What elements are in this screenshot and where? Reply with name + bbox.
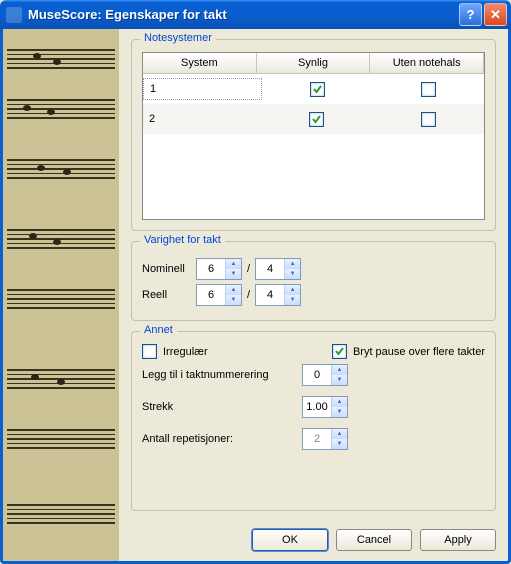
side-decorative-image: [3, 29, 119, 561]
spin-repeats: ▲▼: [302, 428, 348, 450]
checkbox-uten-notehals-2[interactable]: [421, 112, 436, 127]
dialog-buttons: OK Cancel Apply: [131, 521, 496, 551]
spin-nominell-num[interactable]: ▲▼: [196, 258, 242, 280]
app-icon: [6, 7, 22, 23]
spin-reell-den[interactable]: ▲▼: [255, 284, 301, 306]
group-annet: Annet Irregulær Bryt pause over flere ta…: [131, 331, 496, 511]
label-add-to-barnum: Legg til i taktnummerering: [142, 369, 302, 381]
title-bar: MuseScore: Egenskaper for takt ? ✕: [0, 0, 511, 29]
input-stretch[interactable]: [303, 397, 331, 417]
cell-system-2[interactable]: 2: [143, 108, 261, 130]
spin-up-icon[interactable]: ▲: [226, 285, 241, 295]
checkbox-uten-notehals-1[interactable]: [421, 82, 436, 97]
spin-add-to-barnum[interactable]: ▲▼: [302, 364, 348, 386]
window-title: MuseScore: Egenskaper for takt: [28, 7, 457, 22]
table-row[interactable]: 1: [143, 74, 484, 104]
dialog-content: Notesystemer System Synlig Uten notehals…: [0, 29, 511, 564]
slash-separator: /: [247, 263, 250, 275]
th-uten-notehals: Uten notehals: [370, 53, 484, 73]
checkbox-irregular[interactable]: [142, 344, 157, 359]
group-legend-varighet: Varighet for takt: [140, 234, 225, 246]
spin-down-icon[interactable]: ▼: [332, 407, 347, 417]
checkbox-synlig-2[interactable]: [309, 112, 324, 127]
th-synlig: Synlig: [257, 53, 371, 73]
spin-down-icon[interactable]: ▼: [285, 295, 300, 305]
cell-system-1[interactable]: 1: [143, 78, 262, 100]
spin-up-icon[interactable]: ▲: [285, 259, 300, 269]
checkbox-break-multi-rest[interactable]: [332, 344, 347, 359]
spin-down-icon[interactable]: ▼: [285, 269, 300, 279]
label-irregular: Irregulær: [163, 346, 208, 358]
spin-stretch[interactable]: ▲▼: [302, 396, 348, 418]
spin-nominell-den[interactable]: ▲▼: [255, 258, 301, 280]
slash-separator: /: [247, 289, 250, 301]
input-nominell-num[interactable]: [197, 259, 225, 279]
table-row[interactable]: 2: [143, 104, 484, 134]
th-system: System: [143, 53, 257, 73]
group-varighet: Varighet for takt Nominell ▲▼ / ▲▼ Reell…: [131, 241, 496, 321]
input-reell-den[interactable]: [256, 285, 284, 305]
label-reell: Reell: [142, 289, 196, 301]
ok-button[interactable]: OK: [252, 529, 328, 551]
input-repeats: [303, 429, 331, 449]
spin-up-icon[interactable]: ▲: [226, 259, 241, 269]
staves-table: System Synlig Uten notehals 1 2: [142, 52, 485, 220]
label-stretch: Strekk: [142, 401, 302, 413]
spin-down-icon: ▼: [332, 439, 347, 449]
apply-button[interactable]: Apply: [420, 529, 496, 551]
help-button[interactable]: ?: [459, 3, 482, 26]
spin-up-icon[interactable]: ▲: [332, 365, 347, 375]
close-button[interactable]: ✕: [484, 3, 507, 26]
input-nominell-den[interactable]: [256, 259, 284, 279]
spin-down-icon[interactable]: ▼: [226, 295, 241, 305]
spin-reell-num[interactable]: ▲▼: [196, 284, 242, 306]
spin-down-icon[interactable]: ▼: [226, 269, 241, 279]
group-legend-annet: Annet: [140, 324, 177, 336]
spin-up-icon[interactable]: ▲: [332, 397, 347, 407]
input-add-to-barnum[interactable]: [303, 365, 331, 385]
input-reell-num[interactable]: [197, 285, 225, 305]
label-break-multi-rest: Bryt pause over flere takter: [353, 346, 485, 358]
checkbox-synlig-1[interactable]: [310, 82, 325, 97]
table-header: System Synlig Uten notehals: [143, 53, 484, 74]
spin-up-icon[interactable]: ▲: [285, 285, 300, 295]
group-notesystemer: Notesystemer System Synlig Uten notehals…: [131, 39, 496, 231]
main-panel: Notesystemer System Synlig Uten notehals…: [119, 29, 508, 561]
label-nominell: Nominell: [142, 263, 196, 275]
spin-up-icon: ▲: [332, 429, 347, 439]
cancel-button[interactable]: Cancel: [336, 529, 412, 551]
label-repeats: Antall repetisjoner:: [142, 433, 302, 445]
group-legend-notesystemer: Notesystemer: [140, 32, 216, 44]
spin-down-icon[interactable]: ▼: [332, 375, 347, 385]
